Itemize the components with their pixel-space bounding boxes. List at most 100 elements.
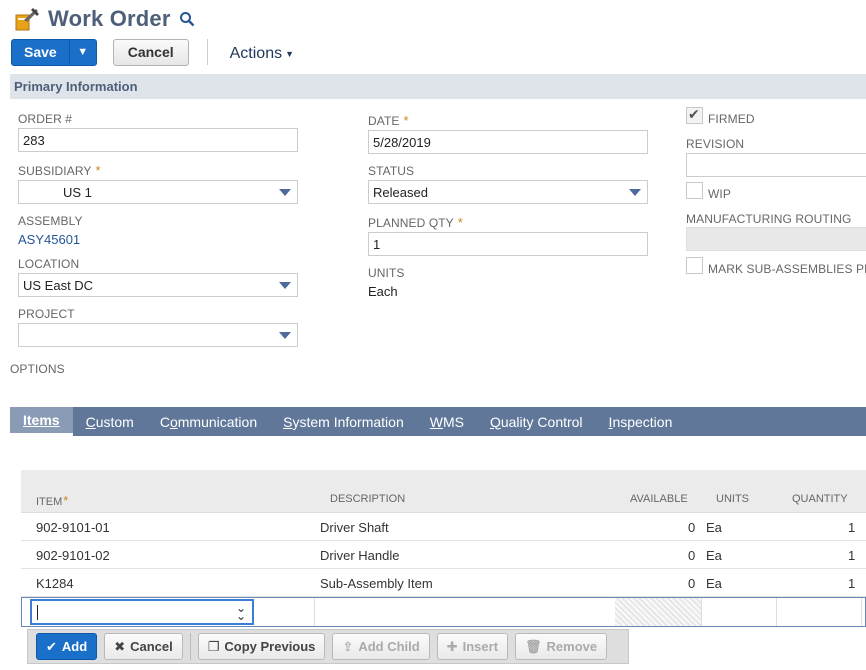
cell-divider [314,598,315,626]
tab-wms[interactable]: W MS [417,407,477,436]
cell-available: 0 [688,576,696,591]
cell-quantity: 1 [848,548,856,563]
cancel-line-button[interactable]: ✖ Cancel [104,633,183,660]
cell-description: Driver Shaft [320,520,389,535]
add-line-button[interactable]: ✔ Add [36,633,98,660]
mark-sub-assemblies-checkbox[interactable] [686,257,703,274]
table-row[interactable]: K1284 Sub-Assembly Item 0 Ea 1 [21,569,866,597]
tab-post: ustom [95,413,134,430]
assembly-link[interactable]: ASY45601 [18,232,80,247]
cell-units: Ea [706,548,722,563]
search-icon[interactable] [179,11,195,27]
units-label: UNITS [368,266,405,280]
add-child-button[interactable]: ⇪ Add Child [332,633,430,660]
text-cursor [37,605,38,620]
column-header-item[interactable]: ITEM* [36,493,68,508]
tab-accesskey: o [169,413,178,430]
subsidiary-label-text: SUBSIDIARY [18,164,92,178]
line-actions-divider [189,633,191,660]
save-button[interactable]: Save [12,39,70,65]
cell-divider [701,598,702,626]
order-number-field[interactable]: 283 [18,128,298,152]
options-label: OPTIONS [10,362,65,376]
actions-label: Actions [229,45,283,62]
double-chevron-down-icon[interactable]: ⌄ ⌄ [236,602,246,622]
caret-down-icon: ▼ [77,46,89,58]
title-row: Work Order [14,4,195,34]
project-select[interactable] [18,323,298,347]
revision-field[interactable] [686,153,866,177]
item-edit-input[interactable]: ⌄ ⌄ [30,599,254,625]
location-label: LOCATION [18,257,80,271]
firmed-label: FIRMED [708,112,755,126]
tab-inspection[interactable]: Inspection [596,407,686,436]
tab-custom[interactable]: Custom [73,407,147,436]
tab-quality-control[interactable]: Quality Control [477,407,596,436]
copy-previous-label: Copy Previous [224,639,316,654]
line-actions-bar: ✔ Add ✖ Cancel ❐ Copy Previous ⇪ Add Child ✚… [27,629,629,664]
plus-icon: ✚ [446,638,458,654]
subsidiary-value: US 1 [63,185,92,200]
cell-units: Ea [706,520,722,535]
column-header-units[interactable]: UNITS [716,493,749,505]
column-header-description[interactable]: DESCRIPTION [330,493,405,505]
tab-pre: C [159,413,170,430]
table-row[interactable]: 902-9101-02 Driver Handle 0 Ea 1 [21,541,866,569]
mark-sub-assemblies-label: MARK SUB-ASSEMBLIES PHA [708,262,866,276]
cell-description: Sub-Assembly Item [320,576,433,591]
wip-checkbox[interactable] [686,182,703,199]
tab-post: ystem Information [292,413,404,430]
available-disabled-cell [615,598,701,626]
tab-post: MS [442,413,464,430]
new-line-edit-row: ⌄ ⌄ [21,597,866,627]
cell-quantity: 1 [848,520,856,535]
save-dropdown-button[interactable]: ▼ [70,40,96,65]
add-child-label: Add Child [358,639,420,654]
planned-qty-label-text: PLANNED QTY [368,216,454,230]
planned-qty-label: PLANNED QTY * [368,215,463,230]
tab-accesskey: C [85,413,96,430]
required-marker: * [457,215,463,230]
column-header-available[interactable]: AVAILABLE [630,493,688,505]
firmed-checkbox[interactable] [686,106,703,124]
toolbar: Save ▼ Cancel Actions ▼ [11,38,294,66]
tab-system-information[interactable]: System Information [270,407,417,436]
work-order-icon [15,8,39,31]
cell-description: Driver Handle [320,548,400,563]
cell-divider [861,598,862,626]
tab-communication[interactable]: Co mmunication [147,407,270,436]
tab-accesskey: W [429,413,443,430]
subtab-bar: Items Custom Co mmunication System Inform… [10,407,866,436]
location-value: US East DC [23,278,94,293]
dropdown-arrow-icon [279,332,291,339]
remove-button[interactable]: 🗑 Remove [515,633,608,660]
tab-items[interactable]: Items [10,407,73,436]
actions-menu[interactable]: Actions ▼ [230,41,294,63]
status-select[interactable]: Released [368,180,648,204]
table-row[interactable]: 902-9101-01 Driver Shaft 0 Ea 1 [21,513,866,541]
items-grid: ITEM* DESCRIPTION AVAILABLE UNITS QUANTI… [21,470,866,627]
cell-divider [776,598,777,626]
cancel-button[interactable]: Cancel [112,38,189,66]
order-number-label: ORDER # [18,112,73,126]
location-select[interactable]: US East DC [18,273,298,297]
copy-previous-button[interactable]: ❐ Copy Previous [197,633,326,660]
column-header-quantity[interactable]: QUANTITY [792,493,848,505]
tab-accesskey: Q [489,413,501,430]
cell-item: 902-9101-01 [36,520,110,535]
wip-label: WIP [708,187,731,201]
planned-qty-field[interactable]: 1 [368,232,648,256]
dropdown-arrow-icon [629,189,641,196]
date-field[interactable]: 5/28/2019 [368,130,648,154]
x-icon: ✖ [114,638,126,654]
status-value: Released [373,185,428,200]
subsidiary-select[interactable]: US 1 [18,180,298,204]
insert-label: Insert [462,639,499,654]
tab-post: nspection [612,413,673,430]
section-header-primary[interactable]: Primary Information [10,74,866,99]
manufacturing-routing-label: MANUFACTURING ROUTING [686,212,852,226]
add-line-label: Add [61,639,88,654]
required-marker: * [403,113,409,128]
date-label: DATE * [368,113,409,128]
insert-button[interactable]: ✚ Insert [436,633,509,660]
